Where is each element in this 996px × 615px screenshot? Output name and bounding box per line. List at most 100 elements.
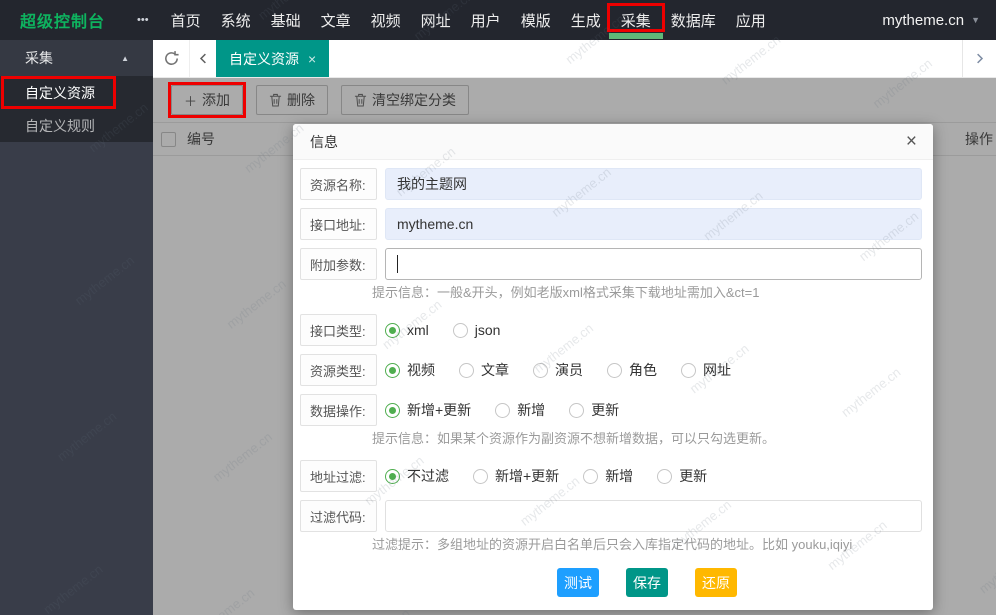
radio-option-label: 新增+更新 <box>495 466 559 486</box>
field-label: 地址过滤: <box>300 460 377 492</box>
field-row-api-type: 接口类型: xml json <box>300 314 922 346</box>
radio-icon <box>473 469 488 484</box>
chevron-right-icon <box>972 51 987 66</box>
radio-group-addr-filter: 不过滤 新增+更新 新增 更新 <box>385 460 707 492</box>
radio-icon <box>385 323 400 338</box>
nav-item-user[interactable]: 用户 <box>471 0 501 40</box>
radio-icon <box>459 363 474 378</box>
nav-item-template[interactable]: 模版 <box>521 0 551 40</box>
field-row-filter-code: 过滤代码: <box>300 500 922 532</box>
radio-icon <box>533 363 548 378</box>
nav-item-collect[interactable]: 采集 <box>621 0 651 40</box>
dialog-header: 信息 × <box>293 124 933 160</box>
sidebar-submenu: 自定义资源 自定义规则 <box>0 76 153 142</box>
nav-item-video[interactable]: 视频 <box>371 0 401 40</box>
user-name: mytheme.cn <box>882 12 964 29</box>
radio-option-label: 新增+更新 <box>407 400 471 420</box>
radio-option-label: 演员 <box>555 360 583 380</box>
user-menu[interactable]: mytheme.cn ▼ <box>882 12 980 29</box>
filter-code-input[interactable] <box>385 500 922 532</box>
nav-item-base[interactable]: 基础 <box>271 0 301 40</box>
dialog-title: 信息 <box>310 132 338 152</box>
sidebar-item-custom-rule[interactable]: 自定义规则 <box>0 109 153 142</box>
main-nav: 首页 系统 基础 文章 视频 网址 用户 模版 生成 采集 数据库 应用 <box>171 0 766 40</box>
active-nav-indicator <box>609 33 663 39</box>
more-menu-icon[interactable]: ••• <box>137 14 149 26</box>
field-row-params: 附加参数: <box>300 248 922 280</box>
tab-scroll-left-button[interactable] <box>190 40 216 77</box>
radio-option-add[interactable]: 新增 <box>495 400 545 420</box>
field-row-addr-filter: 地址过滤: 不过滤 新增+更新 新增 更新 <box>300 460 922 492</box>
radio-icon <box>385 469 400 484</box>
nav-item-article[interactable]: 文章 <box>321 0 351 40</box>
hint-filter: 过滤提示：多组地址的资源开启白名单后只会入库指定代码的地址。比如 youku,i… <box>372 536 922 554</box>
radio-option-json[interactable]: json <box>453 322 501 338</box>
field-label: 接口地址: <box>300 208 377 240</box>
close-icon[interactable]: × <box>902 130 921 154</box>
radio-option-add-update[interactable]: 新增+更新 <box>473 466 559 486</box>
sidebar: 采集 ▲ 自定义资源 自定义规则 <box>0 40 153 615</box>
radio-option-no-filter[interactable]: 不过滤 <box>385 466 449 486</box>
radio-option-actor[interactable]: 演员 <box>533 360 583 380</box>
radio-icon <box>453 323 468 338</box>
tab-close-icon[interactable]: × <box>308 51 316 67</box>
radio-option-label: 更新 <box>591 400 619 420</box>
input-wrap <box>385 500 922 532</box>
input-wrap <box>385 168 922 200</box>
radio-option-website[interactable]: 网址 <box>681 360 731 380</box>
resource-name-input[interactable] <box>385 168 922 200</box>
radio-option-add-update[interactable]: 新增+更新 <box>385 400 471 420</box>
annotation-red-box-sidebar <box>1 76 116 109</box>
tab-bar: 自定义资源 × <box>153 40 996 78</box>
radio-group-res-type: 视频 文章 演员 角色 网址 <box>385 354 731 386</box>
extra-params-input[interactable] <box>385 248 922 280</box>
radio-icon <box>385 403 400 418</box>
field-label: 接口类型: <box>300 314 377 346</box>
sidebar-item-custom-resource[interactable]: 自定义资源 <box>0 76 153 109</box>
radio-group-api-type: xml json <box>385 314 500 346</box>
api-url-input[interactable] <box>385 208 922 240</box>
radio-option-label: 网址 <box>703 360 731 380</box>
radio-option-update[interactable]: 更新 <box>657 466 707 486</box>
tab-custom-resource[interactable]: 自定义资源 × <box>216 40 329 77</box>
input-wrap <box>385 208 922 240</box>
radio-option-label: 角色 <box>629 360 657 380</box>
radio-option-role[interactable]: 角色 <box>607 360 657 380</box>
radio-option-video[interactable]: 视频 <box>385 360 435 380</box>
app-logo[interactable]: 超级控制台 <box>20 8 105 32</box>
tab-scroll-right-button[interactable] <box>962 40 996 77</box>
test-button[interactable]: 测试 <box>557 568 599 597</box>
chevron-down-icon: ▼ <box>971 15 980 25</box>
radio-option-label: 视频 <box>407 360 435 380</box>
annotation-red-box-add <box>168 82 246 118</box>
top-navbar: 超级控制台 ••• 首页 系统 基础 文章 视频 网址 用户 模版 生成 采集 … <box>0 0 996 40</box>
dialog-body: 资源名称: 接口地址: 附加参数: 提示信息：一般&开头，例如老版xml格式采集… <box>293 160 933 597</box>
radio-icon <box>385 363 400 378</box>
radio-option-update[interactable]: 更新 <box>569 400 619 420</box>
radio-icon <box>583 469 598 484</box>
nav-item-generate[interactable]: 生成 <box>571 0 601 40</box>
nav-item-home[interactable]: 首页 <box>171 0 201 40</box>
nav-item-system[interactable]: 系统 <box>221 0 251 40</box>
save-button[interactable]: 保存 <box>626 568 668 597</box>
annotation-red-box-nav <box>607 3 665 32</box>
hint-data-op: 提示信息：如果某个资源作为副资源不想新增数据，可以只勾选更新。 <box>372 430 922 448</box>
field-label: 过滤代码: <box>300 500 377 532</box>
nav-item-database[interactable]: 数据库 <box>671 0 716 40</box>
field-row-res-type: 资源类型: 视频 文章 演员 角色 <box>300 354 922 386</box>
nav-item-site[interactable]: 网址 <box>421 0 451 40</box>
radio-option-xml[interactable]: xml <box>385 322 429 338</box>
refresh-button[interactable] <box>153 40 190 77</box>
field-label: 资源类型: <box>300 354 377 386</box>
sidebar-group-collect[interactable]: 采集 ▲ <box>0 40 153 76</box>
nav-item-app[interactable]: 应用 <box>736 0 766 40</box>
radio-icon <box>607 363 622 378</box>
add-button[interactable]: ＋ 添加 <box>171 85 243 115</box>
restore-button[interactable]: 还原 <box>695 568 737 597</box>
field-label: 数据操作: <box>300 394 377 426</box>
radio-icon <box>495 403 510 418</box>
radio-option-article[interactable]: 文章 <box>459 360 509 380</box>
radio-icon <box>681 363 696 378</box>
field-row-api: 接口地址: <box>300 208 922 240</box>
radio-option-add[interactable]: 新增 <box>583 466 633 486</box>
